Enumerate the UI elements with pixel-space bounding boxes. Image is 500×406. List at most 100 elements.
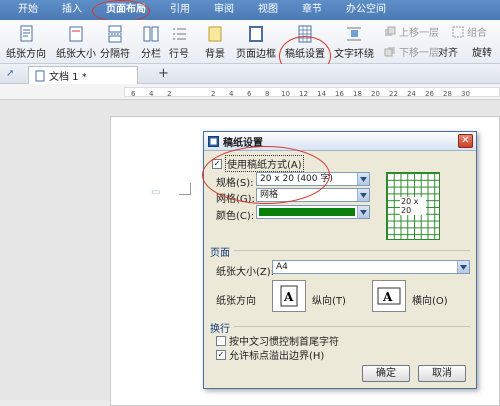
- manuscript-settings-button[interactable]: 稿纸设置: [285, 25, 325, 60]
- ruler-number: 6: [131, 90, 136, 98]
- bring-forward-button[interactable]: 上移一层: [384, 24, 439, 39]
- paper-size-button[interactable]: 纸张大小: [56, 25, 96, 60]
- rotate-button[interactable]: 旋转: [472, 44, 492, 59]
- tab-office-space[interactable]: 办公空间: [334, 0, 398, 20]
- tab-references[interactable]: 引用: [158, 0, 202, 20]
- paper-size-label: 纸张大小: [56, 49, 96, 60]
- align-label: 对齐: [438, 48, 458, 59]
- page-border-label: 页面边框: [236, 49, 276, 60]
- ruler-number: 14: [317, 90, 326, 98]
- manuscript-grid-icon: [294, 25, 316, 43]
- columns-label: 分栏: [141, 49, 161, 60]
- tab-chapter[interactable]: 章节: [290, 0, 334, 20]
- grid-select[interactable]: 网格: [256, 188, 370, 202]
- orientation-button[interactable]: 纸张方向: [6, 25, 46, 60]
- landscape-page-icon: A: [377, 287, 401, 305]
- color-swatch: [259, 208, 355, 216]
- text-wrap-label: 文字环绕: [334, 49, 374, 60]
- line-number-button[interactable]: 行号: [168, 25, 190, 60]
- ruler-number: 24: [407, 90, 416, 98]
- use-grid-label: 使用稿纸方式(A): [225, 155, 304, 172]
- separator-label: 分隔符: [100, 49, 130, 60]
- align-button[interactable]: 对齐: [438, 44, 458, 59]
- page-orientation-icon: [15, 25, 37, 43]
- bring-forward-icon: [385, 26, 396, 36]
- ruler-number: 4: [229, 90, 234, 98]
- ruler-track: 6 4 2 2 4 6 8 10 12 14 16 18 20 22 24 26…: [124, 87, 500, 98]
- tab-view[interactable]: 视图: [246, 0, 290, 20]
- text-wrap-icon: [343, 25, 365, 43]
- grid-label: 网格(G):: [216, 194, 255, 205]
- tab-review[interactable]: 审阅: [202, 0, 246, 20]
- background-label: 背景: [205, 49, 225, 60]
- background-button[interactable]: 背景: [204, 25, 226, 60]
- ribbon-toolbar: 纸张方向 纸张大小 分隔符 分栏 行号 背景 页面边框 稿纸设置 文字环绕 上移…: [0, 20, 500, 64]
- portrait-option[interactable]: A: [272, 280, 306, 312]
- wrap-option-1-checkbox[interactable]: [216, 335, 226, 346]
- ruler-number: 4: [149, 90, 154, 98]
- manuscript-settings-label: 稿纸设置: [285, 49, 325, 60]
- page-border-button[interactable]: 页面边框: [236, 25, 276, 60]
- background-icon: [204, 25, 226, 43]
- document-tab-bar: ➚ 文档 1 * +: [0, 64, 500, 84]
- orientation-label: 纸张方向: [216, 296, 256, 307]
- wrap-option-1-row[interactable]: 按中文习惯控制首尾字符: [216, 333, 339, 348]
- ruler-number: 12: [299, 90, 308, 98]
- spec-select[interactable]: 20 x 20 (400 字): [256, 172, 370, 186]
- landscape-label: 横向(O): [412, 296, 448, 307]
- tab-insert[interactable]: 插入: [50, 0, 94, 20]
- dialog-close-button[interactable]: ✕: [458, 134, 473, 148]
- document-icon: [35, 70, 45, 81]
- paper-size-select[interactable]: A4: [272, 260, 470, 274]
- ruler-number: 28: [443, 90, 452, 98]
- document-tab[interactable]: 文档 1 *: [28, 66, 138, 84]
- page-section-divider: [234, 250, 470, 251]
- tab-page-layout[interactable]: 页面布局: [94, 0, 158, 20]
- wrap-option-2-checkbox[interactable]: ✓: [216, 349, 226, 360]
- paper-size-icon: [65, 25, 87, 43]
- grid-preview-label: 20 x 20: [400, 197, 426, 215]
- tab-home[interactable]: 开始: [0, 0, 50, 20]
- grid-select-value: 网格: [260, 190, 279, 200]
- wrap-option-2-row[interactable]: ✓ 允许标点溢出边界(H): [216, 347, 324, 362]
- new-tab-button[interactable]: +: [158, 66, 169, 81]
- chevron-down-icon: [357, 206, 369, 218]
- line-number-label: 行号: [169, 49, 189, 60]
- use-grid-checkbox[interactable]: ✓: [212, 158, 222, 169]
- dialog-title-bar[interactable]: 稿纸设置: [204, 132, 476, 151]
- rotate-label: 旋转: [472, 48, 492, 59]
- margin-corner-mark: [179, 183, 191, 195]
- paper-size-label: 纸张大小(Z):: [216, 267, 275, 278]
- cancel-button[interactable]: 取消: [418, 365, 466, 382]
- color-label: 颜色(C):: [216, 211, 255, 222]
- manuscript-settings-dialog: 稿纸设置 ✕ ✓ 使用稿纸方式(A) 规格(S): 20 x 20 (400 字…: [203, 131, 477, 389]
- page-break-icon: [104, 25, 126, 43]
- line-number-icon: [168, 25, 190, 43]
- svg-text:A: A: [283, 290, 294, 304]
- ruler-number: 10: [281, 90, 290, 98]
- page-section-label: 页面: [210, 248, 230, 259]
- ruler-number: 22: [389, 90, 398, 98]
- ruler-number: 8: [265, 90, 270, 98]
- spec-label: 规格(S):: [216, 178, 254, 189]
- columns-button[interactable]: 分栏: [140, 25, 162, 60]
- ruler-number: 2: [211, 90, 216, 98]
- send-backward-button[interactable]: 下移一层: [384, 44, 439, 59]
- send-backward-label: 下移一层: [399, 48, 439, 59]
- group-label: 组合: [467, 28, 487, 39]
- wrap-option-2-label: 允许标点溢出边界(H): [229, 351, 325, 362]
- use-grid-checkbox-row[interactable]: ✓ 使用稿纸方式(A): [212, 155, 304, 172]
- landscape-option[interactable]: A: [372, 280, 406, 312]
- group-button[interactable]: 组合: [452, 24, 487, 39]
- ruler-number: 18: [353, 90, 362, 98]
- ruler-number: 6: [247, 90, 252, 98]
- ruler-number: 26: [425, 90, 434, 98]
- ok-button[interactable]: 确定: [362, 365, 410, 382]
- separator-button[interactable]: 分隔符: [100, 25, 130, 60]
- text-wrap-button[interactable]: 文字环绕: [334, 25, 374, 60]
- paper-size-value: A4: [276, 262, 288, 272]
- ruler-number: 2: [167, 90, 172, 98]
- send-backward-icon: [384, 46, 395, 56]
- menu-arrow-icon[interactable]: ➚: [6, 68, 14, 79]
- color-select[interactable]: [256, 205, 370, 219]
